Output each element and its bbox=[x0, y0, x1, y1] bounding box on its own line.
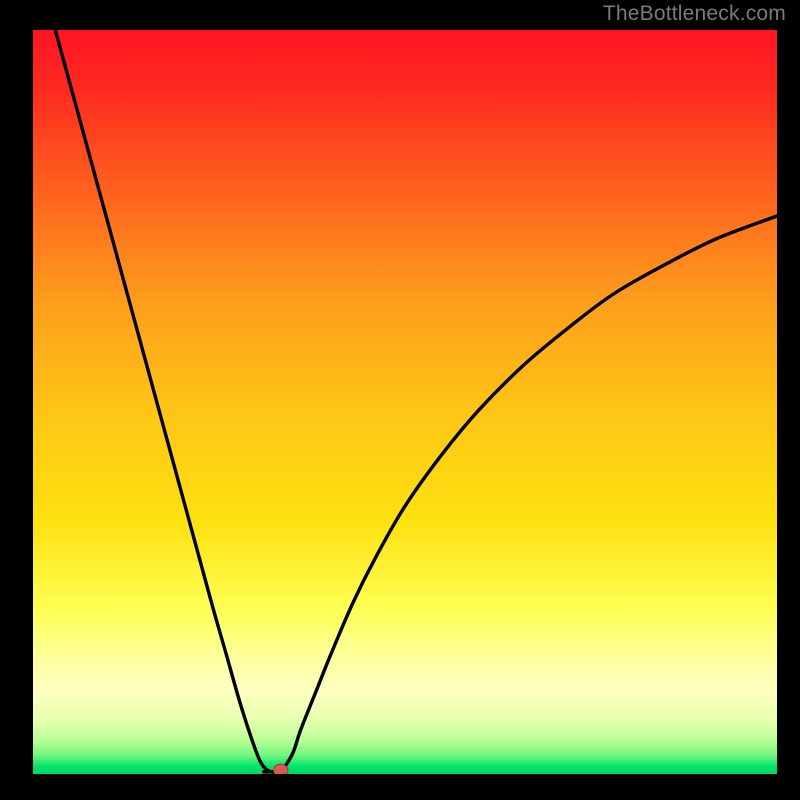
bottleneck-plot bbox=[33, 30, 777, 774]
watermark-text: TheBottleneck.com bbox=[603, 2, 786, 26]
chart-frame: TheBottleneck.com bbox=[0, 0, 800, 800]
optimum-marker bbox=[274, 764, 288, 774]
